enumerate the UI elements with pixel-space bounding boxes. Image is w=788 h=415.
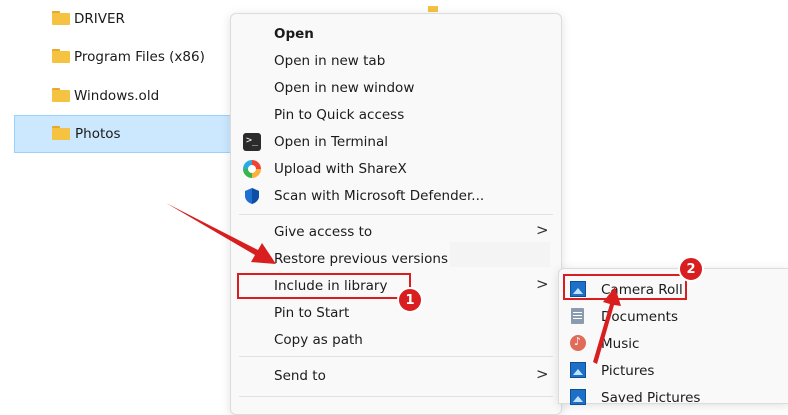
chevron-right-icon: > [536,221,549,239]
folder-icon [52,11,70,25]
blurred-region [450,242,550,267]
context-menu: Open Open in new tab Open in new window … [230,13,562,415]
documents-library-icon [571,308,584,324]
picture-library-icon [570,389,586,405]
menu-item-label: Open in new tab [274,52,386,69]
menu-item-upload-with-sharex[interactable]: Upload with ShareX [231,155,561,182]
menu-item-pin-to-quick-access[interactable]: Pin to Quick access [231,101,561,128]
file-label: Program Files (x86) [74,49,205,65]
menu-separator [239,214,553,215]
menu-item-label: Give access to [274,223,373,240]
menu-item-open-in-new-window[interactable]: Open in new window [231,74,561,101]
folder-icon [52,88,70,102]
menu-item-label: Open in Terminal [274,133,388,150]
chevron-right-icon: > [536,275,549,293]
file-item-windows-old[interactable]: Windows.old [14,77,244,115]
folder-icon [52,126,70,140]
menu-item-label: Scan with Microsoft Defender... [274,187,485,204]
defender-shield-icon [243,187,261,205]
menu-item-label: Open in new window [274,79,415,96]
menu-item-label: Restore previous versions [274,250,449,267]
submenu-item-label: Saved Pictures [601,389,701,406]
menu-item-label: Pin to Start [274,304,350,321]
submenu-item-documents[interactable]: Documents [559,303,788,330]
menu-separator [239,396,553,397]
file-item-driver[interactable]: DRIVER [14,0,244,38]
chevron-right-icon: > [536,365,549,383]
submenu-item-label: Documents [601,308,678,325]
submenu-item-pictures[interactable]: Pictures [559,357,788,384]
highlight-camera-roll [563,274,687,300]
menu-item-label: Pin to Quick access [274,106,405,123]
menu-item-send-to[interactable]: Send to > [231,362,561,389]
menu-item-open[interactable]: Open [231,20,561,47]
menu-item-pin-to-start[interactable]: Pin to Start [231,299,561,326]
sharex-icon [243,160,261,178]
step-badge-1: 1 [397,287,423,313]
menu-item-give-access-to[interactable]: Give access to > [231,218,561,245]
menu-item-open-in-new-tab[interactable]: Open in new tab [231,47,561,74]
menu-item-label: Upload with ShareX [274,160,407,177]
picture-library-icon [570,362,586,378]
terminal-icon: >_ [243,133,261,151]
file-list: DRIVER Program Files (x86) Windows.old P… [0,0,260,402]
submenu-item-saved-pictures[interactable]: Saved Pictures [559,384,788,411]
menu-item-open-in-terminal[interactable]: >_ Open in Terminal [231,128,561,155]
folder-icon [428,6,438,12]
menu-item-label: Copy as path [274,331,363,348]
highlight-include-in-library [237,273,411,299]
step-badge-2: 2 [678,256,704,282]
menu-item-scan-with-defender[interactable]: Scan with Microsoft Defender... [231,182,561,209]
submenu-item-music[interactable]: Music [559,330,788,357]
menu-item-copy-as-path[interactable]: Copy as path [231,326,561,353]
submenu-item-label: Music [601,335,640,352]
folder-icon [52,49,70,63]
file-item-program-files-x86[interactable]: Program Files (x86) [14,38,244,76]
file-item-photos[interactable]: Photos [14,115,244,153]
music-library-icon [570,335,586,351]
menu-item-label: Send to [274,367,326,384]
menu-item-label: Open [274,25,314,42]
submenu-item-label: Pictures [601,362,655,379]
menu-separator [239,356,553,357]
